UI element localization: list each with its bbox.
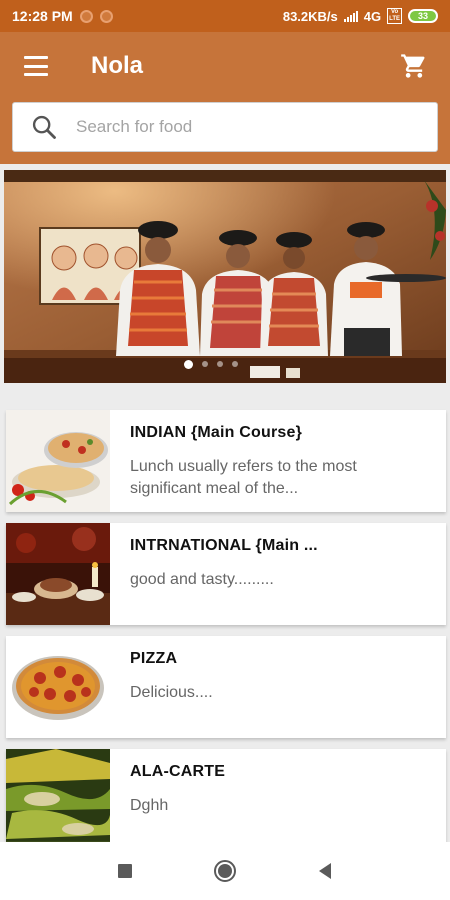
category-description: Lunch usually refers to the most signifi…	[130, 458, 357, 497]
category-description: good and tasty.........	[130, 571, 274, 588]
circle-icon	[214, 860, 236, 882]
status-time: 12:28 PM	[12, 8, 73, 24]
banner-carousel[interactable]	[4, 170, 446, 383]
search-icon	[32, 115, 56, 139]
category-card-international[interactable]: INTRNATIONAL {Main ... good and tasty...…	[6, 523, 446, 625]
back-button[interactable]	[313, 859, 337, 883]
system-navigation-bar	[0, 842, 450, 900]
category-title: PIZZA	[130, 650, 178, 667]
category-description: Dghh	[130, 797, 169, 814]
category-title: ALA-CARTE	[130, 763, 226, 780]
network-type: 4G	[363, 8, 382, 24]
shopping-cart-icon[interactable]	[400, 52, 428, 80]
search-bar[interactable]	[12, 102, 438, 152]
notification-icon	[99, 9, 113, 23]
category-text: INTRNATIONAL {Main ... good and tasty...…	[110, 523, 446, 625]
category-thumbnail	[6, 410, 110, 512]
carousel-dot[interactable]	[184, 360, 193, 369]
category-title: INDIAN {Main Course}	[130, 424, 303, 441]
recent-apps-button[interactable]	[113, 859, 137, 883]
category-card-indian[interactable]: INDIAN {Main Course} Lunch usually refer…	[6, 410, 446, 512]
hamburger-menu-icon[interactable]	[24, 56, 48, 76]
triangle-back-icon	[319, 863, 331, 879]
signal-icon	[343, 10, 358, 22]
app-bar: Nola	[0, 32, 450, 164]
network-speed: 83.2KB/s	[282, 8, 338, 24]
banner-image	[4, 170, 446, 383]
category-text: ALA-CARTE Dghh	[110, 749, 446, 851]
carousel-dot[interactable]	[217, 361, 223, 367]
square-icon	[118, 864, 132, 878]
category-title: INTRNATIONAL {Main ...	[130, 537, 318, 554]
status-right: 83.2KB/s 4G Vo LTE 33	[283, 8, 438, 24]
category-card-ala-carte[interactable]: ALA-CARTE Dghh	[6, 749, 446, 851]
carousel-dot[interactable]	[232, 361, 238, 367]
app-title: Nola	[91, 52, 144, 79]
category-thumbnail	[6, 636, 110, 738]
category-card-pizza[interactable]: PIZZA Delicious....	[6, 636, 446, 738]
carousel-indicator[interactable]	[184, 360, 238, 369]
notification-icon	[79, 9, 93, 23]
category-text: INDIAN {Main Course} Lunch usually refer…	[110, 410, 446, 512]
category-thumbnail	[6, 749, 110, 851]
status-bar: 12:28 PM 83.2KB/s 4G Vo LTE 33	[0, 0, 450, 32]
battery-icon: 33	[408, 9, 438, 23]
volte-icon: Vo LTE	[387, 8, 402, 24]
home-button[interactable]	[213, 859, 237, 883]
category-description: Delicious....	[130, 684, 213, 701]
category-text: PIZZA Delicious....	[110, 636, 446, 738]
carousel-dot[interactable]	[202, 361, 208, 367]
search-input[interactable]	[76, 117, 396, 137]
category-thumbnail	[6, 523, 110, 625]
